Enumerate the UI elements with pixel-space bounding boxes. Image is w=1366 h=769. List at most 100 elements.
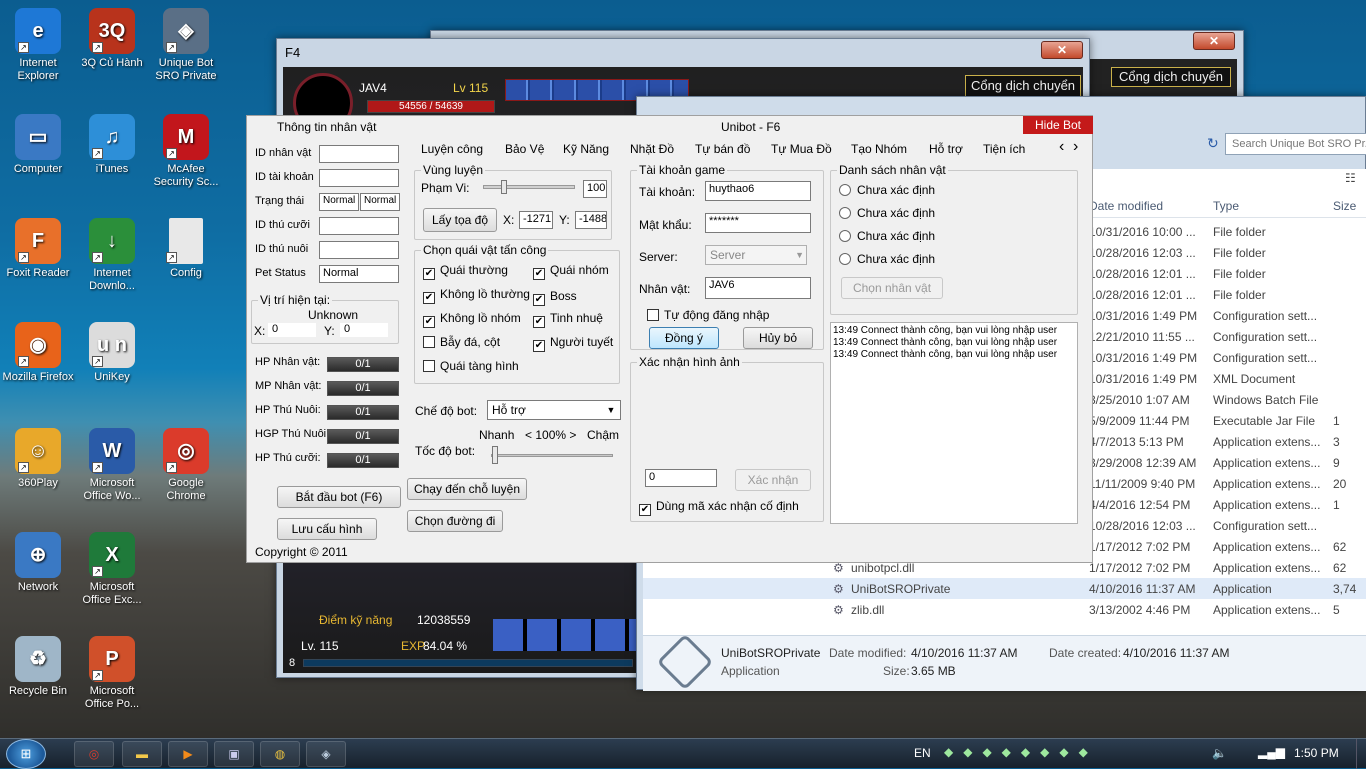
col-type[interactable]: Type [1213,199,1239,213]
file-row[interactable]: zlib.dll 3/13/2002 4:46 PM Application ext… [643,599,1340,620]
desktop-icon[interactable]: ◎ Google Chrome ↗ [148,428,224,503]
chrome-taskbar-icon[interactable]: ◎ [74,741,114,767]
desktop-icon[interactable]: W Microsoft Office Wo... ↗ [74,428,150,503]
col-size[interactable]: Size [1333,199,1356,213]
bot-mode-select[interactable]: Hỗ trợ ▼ [487,400,621,420]
save-config-button[interactable]: Lưu cấu hình [277,518,377,540]
field-input[interactable] [319,217,399,235]
volume-icon[interactable]: 🔈 [1212,746,1227,760]
field-input[interactable]: Normal [319,265,399,283]
range-slider-thumb[interactable] [501,180,508,194]
close-button[interactable]: ✕ [1193,32,1235,50]
unibot-taskbar-icon[interactable]: ◈ [306,741,346,767]
monster-checkbox[interactable]: Quái tàng hình [423,359,519,373]
checkbox-icon[interactable]: ✔ [423,292,435,304]
portal-label-2[interactable]: Cổng dịch chuyển [1111,67,1231,87]
char-input[interactable]: JAV6 [705,277,811,299]
char-radio[interactable]: Chưa xác định [839,252,935,266]
remote-taskbar-icon[interactable]: ▣ [214,741,254,767]
unibot-window[interactable]: Unibot - F6 Hide Bot Thông tin nhân vật … [246,115,1093,563]
field-input[interactable] [319,145,399,163]
status-field[interactable]: Normal [319,193,359,211]
portal-label[interactable]: Cổng dịch chuyển [965,75,1081,97]
desktop-icon[interactable]: ⊕ Network [0,532,76,594]
desktop-icon[interactable]: u n UniKey ↗ [74,322,150,384]
explorer-taskbar-icon[interactable]: ▬ [122,741,162,767]
monster-checkbox[interactable]: ✔ Người tuyết [533,335,613,352]
explorer-search[interactable]: Search Unique Bot SRO Pr... [1225,133,1366,155]
checkbox-icon[interactable]: ✔ [639,504,651,516]
checkbox-icon[interactable]: ✔ [423,316,435,328]
file-row[interactable]: UniBotSROPrivate 4/10/2016 11:37 AM Applic… [643,578,1366,599]
monster-checkbox[interactable]: ✔ Boss [533,289,577,306]
char-radio[interactable]: Chưa xác định [839,229,935,243]
speed-slider-thumb[interactable] [492,446,498,464]
monster-checkbox[interactable]: ✔ Quái thường [423,263,508,280]
fixed-captcha-checkbox[interactable]: ✔ Dùng mã xác nhận cố định [639,499,799,516]
desktop-icon[interactable]: ◈ Unique Bot SRO Private ↗ [148,8,224,83]
chevron-down-icon[interactable]: ▼ [604,402,618,418]
desktop-icon[interactable]: X Microsoft Office Exc... ↗ [74,532,150,607]
user-input[interactable]: huythao6 [705,181,811,201]
captcha-input[interactable]: 0 [645,469,717,487]
chevron-down-icon[interactable]: ▼ [795,247,804,263]
close-button[interactable]: ✕ [1041,41,1083,59]
game-taskbar-icon[interactable]: ◍ [260,741,300,767]
speed-slider[interactable] [491,446,613,464]
monster-checkbox[interactable]: ✔ Tinh nhuệ [533,311,603,328]
start-button[interactable]: ⊞ [6,739,46,769]
col-date[interactable]: Date modified [1089,199,1163,213]
char-radio[interactable]: Chưa xác định [839,206,935,220]
log-box[interactable]: 13:49 Connect thành công, bạn vui lòng n… [830,322,1078,524]
tab-item[interactable]: Tự bán đồ [695,142,750,156]
server-select[interactable]: Server ▼ [705,245,807,265]
pass-input[interactable]: ******* [705,213,811,233]
field-input[interactable] [319,241,399,259]
monster-checkbox[interactable]: ✔ Không lồ thường [423,287,530,304]
tab-item[interactable]: Luyện công [421,142,483,156]
checkbox-icon[interactable]: ✔ [533,268,545,280]
media-taskbar-icon[interactable]: ▶ [168,741,208,767]
show-desktop-button[interactable] [1356,739,1366,769]
range-slider[interactable] [483,180,575,194]
get-coords-button[interactable]: Lấy tọa độ [423,208,497,232]
tab-item[interactable]: Nhặt Đồ [630,142,674,156]
radio-icon[interactable] [839,184,851,196]
auto-login-checkbox[interactable]: Tự động đăng nhập [647,308,769,322]
x-coord-input[interactable]: -1271 [519,211,553,229]
desktop-icon[interactable]: e Internet Explorer ↗ [0,8,76,83]
desktop-icon[interactable]: ♫ iTunes ↗ [74,114,150,176]
hide-bot-button[interactable]: Hide Bot [1023,116,1093,134]
desktop-icon[interactable]: 3Q 3Q Củ Hành ↗ [74,8,150,70]
language-indicator[interactable]: EN [914,746,931,760]
checkbox-icon[interactable]: ✔ [533,294,545,306]
network-tray-icon[interactable]: ▂▄▆ [1258,745,1285,759]
tab-item[interactable]: Tự Mua Đồ [771,142,832,156]
tab-next-icon[interactable]: › [1073,138,1078,156]
desktop-icon[interactable]: ↓ Internet Downlo... ↗ [74,218,150,293]
select-char-button[interactable]: Chọn nhân vật [841,277,943,299]
checkbox-icon[interactable]: ✔ [533,340,545,352]
choose-path-button[interactable]: Chọn đường đi [407,510,503,532]
tab-item[interactable]: Bảo Vệ [505,142,544,156]
checkbox-icon[interactable] [423,336,435,348]
tab-item[interactable]: Tạo Nhóm [851,142,907,156]
y-coord-input[interactable]: -1488 [575,211,607,229]
status-field[interactable]: Normal [360,193,400,211]
radio-icon[interactable] [839,207,851,219]
radio-icon[interactable] [839,230,851,242]
monster-checkbox[interactable]: ✔ Quái nhóm [533,263,609,280]
tray-icons[interactable]: ◆◆◆◆◆◆◆◆ [944,745,1194,763]
radio-icon[interactable] [839,253,851,265]
tab-item[interactable]: Tiện ích [983,142,1025,156]
run-to-zone-button[interactable]: Chạy đến chỗ luyện [407,478,527,500]
desktop-icon[interactable]: M McAfee Security Sc... ↗ [148,114,224,189]
range-input[interactable]: 100 [583,180,607,198]
field-input[interactable] [319,169,399,187]
checkbox-icon[interactable] [423,360,435,372]
monster-checkbox[interactable]: Bẫy đá, cột [423,335,500,349]
ok-button[interactable]: Đồng ý [649,327,719,349]
tab-item[interactable]: Hỗ trợ [929,142,963,156]
captcha-confirm-button[interactable]: Xác nhận [735,469,811,491]
desktop-icon[interactable]: P Microsoft Office Po... ↗ [74,636,150,711]
